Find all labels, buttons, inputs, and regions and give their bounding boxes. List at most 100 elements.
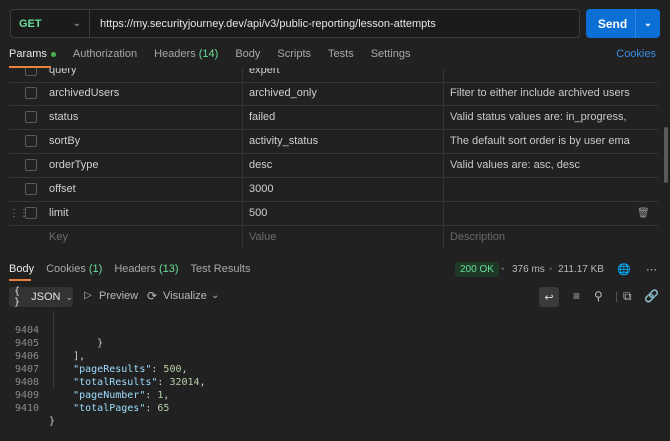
chevron-down-icon: ⌄ [65,291,73,302]
param-checkbox[interactable] [25,207,37,219]
tab-headers[interactable]: Headers (14) [154,48,218,64]
send-button[interactable]: Send ⌄ [586,9,660,38]
param-value[interactable]: 3000 [249,183,273,195]
divider-dot: • [549,264,553,275]
param-key[interactable]: archivedUsers [49,87,119,99]
active-dot-icon [50,51,56,57]
tab-response-headers[interactable]: Headers (13) [114,263,178,275]
preview-button[interactable]: Preview [99,290,138,302]
cookies-count: (1) [88,263,103,275]
param-key[interactable]: offset [49,183,76,195]
code-line: 9408 "pageNumber": 1, [15,377,170,401]
param-description-input[interactable]: Description [450,231,630,243]
chevron-down-icon[interactable]: ⌄ [211,290,219,301]
format-select[interactable]: { } JSON ⌄ [9,286,73,308]
chevron-down-icon: ⌄ [72,18,81,29]
headers-count: (14) [198,48,219,60]
play-icon: ▷ [84,290,92,301]
tab-headers-label: Headers [154,48,196,60]
param-checkbox[interactable] [25,135,37,147]
param-value[interactable]: 500 [249,207,267,219]
param-value[interactable]: expert [249,68,280,76]
copy-icon[interactable]: ⧉ [623,289,632,304]
code-line: 9409 "totalPages": 65 [15,390,170,414]
param-value-input[interactable]: Value [249,231,276,243]
method-select[interactable]: GET ⌄ [11,10,90,37]
param-value[interactable]: desc [249,159,272,171]
json-key: "totalPages" [73,403,146,414]
param-checkbox[interactable] [25,68,37,76]
tab-authorization[interactable]: Authorization [73,48,137,64]
braces-icon: { } [14,286,21,308]
tab-tests[interactable]: Tests [328,48,354,64]
response-tabs: Body Cookies (1) Headers (13) Test Resul… [9,263,262,275]
param-checkbox[interactable] [25,183,37,195]
code-line: 9406 "pageResults": 500, [15,351,188,375]
param-key[interactable]: limit [49,207,69,219]
send-label: Send [597,16,628,31]
tab-params[interactable]: Params [9,48,56,64]
param-key[interactable]: sortBy [49,135,80,147]
code-line: 9404 } [0,311,670,349]
status-badge[interactable]: 200 OK [455,262,499,277]
method-label: GET [19,17,42,30]
param-key-input[interactable]: Key [49,231,68,243]
param-description[interactable]: Valid status values are: in_progress, su… [450,111,630,123]
tab-settings[interactable]: Settings [371,48,411,64]
response-time[interactable]: 376 ms [512,264,545,275]
code-line: 9407 "totalResults": 32014, [15,364,206,388]
param-description[interactable]: The default sort order is by user email … [450,135,630,147]
params-scrollbar[interactable] [664,127,668,183]
param-description[interactable]: Valid values are: asc, desc [450,159,630,171]
divider: | [615,289,619,303]
tab-response-body[interactable]: Body [9,263,34,275]
tab-cookies-label: Cookies [46,263,86,275]
url-bar: GET ⌄ https://my.securityjourney.dev/api… [10,9,580,38]
tab-response-cookies[interactable]: Cookies (1) [46,263,102,275]
format-label: JSON [31,291,61,303]
filter-icon[interactable]: ≡ [573,289,580,303]
response-body-viewer[interactable]: 9404 } 9405 ], 9406 "pageResults": 500, … [0,311,670,427]
tab-scripts[interactable]: Scripts [277,48,311,64]
trash-icon[interactable]: 🗑 [637,208,650,219]
cookies-link[interactable]: Cookies [616,48,656,60]
visualize-icon: ⟳ [147,289,158,303]
response-size[interactable]: 211.17 KB [558,264,604,275]
url-input[interactable]: https://my.securityjourney.dev/api/v3/pu… [90,18,436,30]
tab-params-label: Params [9,48,47,60]
link-icon[interactable]: 🔗 [644,289,659,303]
visualize-button[interactable]: Visualize [163,290,207,302]
more-options-icon[interactable]: ⋯ [646,263,657,276]
tab-body[interactable]: Body [235,48,260,64]
param-row: offset 3000 [9,177,658,202]
param-row: sortBy activity_status The default sort … [9,129,658,154]
code-line: 9405 ], [0,324,670,362]
param-checkbox[interactable] [25,87,37,99]
tab-test-results[interactable]: Test Results [191,263,251,275]
param-checkbox[interactable] [25,159,37,171]
param-value[interactable]: activity_status [249,135,318,147]
param-row: ⋮⋮ limit 500 🗑 [9,201,658,226]
response-headers-count: (13) [158,263,179,275]
param-key[interactable]: query [49,68,77,76]
param-key[interactable]: status [49,111,78,123]
tab-response-headers-label: Headers [114,263,156,275]
param-value[interactable]: archived_only [249,87,317,99]
drag-handle-icon[interactable]: ⋮⋮ [9,208,29,219]
param-row: status failed Valid status values are: i… [9,105,658,130]
line-number: 9410 [15,403,40,414]
code-text: } [49,416,56,427]
code-line: 9410 } [0,389,670,427]
param-row-empty: Key Value Description [9,225,658,249]
network-globe-icon[interactable]: 🌐 [617,263,631,276]
param-checkbox[interactable] [25,111,37,123]
chevron-down-icon[interactable]: ⌄ [635,9,660,38]
response-toolbar: { } JSON ⌄ ▷ Preview ⟳ Visualize ⌄ ↩ ≡ ⚲… [9,286,659,308]
word-wrap-icon[interactable]: ↩ [539,287,559,307]
request-tabs: Params Authorization Headers (14) Body S… [9,48,427,64]
json-value: 65 [157,403,170,414]
search-icon[interactable]: ⚲ [594,289,603,303]
param-key[interactable]: orderType [49,159,99,171]
param-value[interactable]: failed [249,111,275,123]
param-description[interactable]: Filter to either include archived users,… [450,87,630,99]
